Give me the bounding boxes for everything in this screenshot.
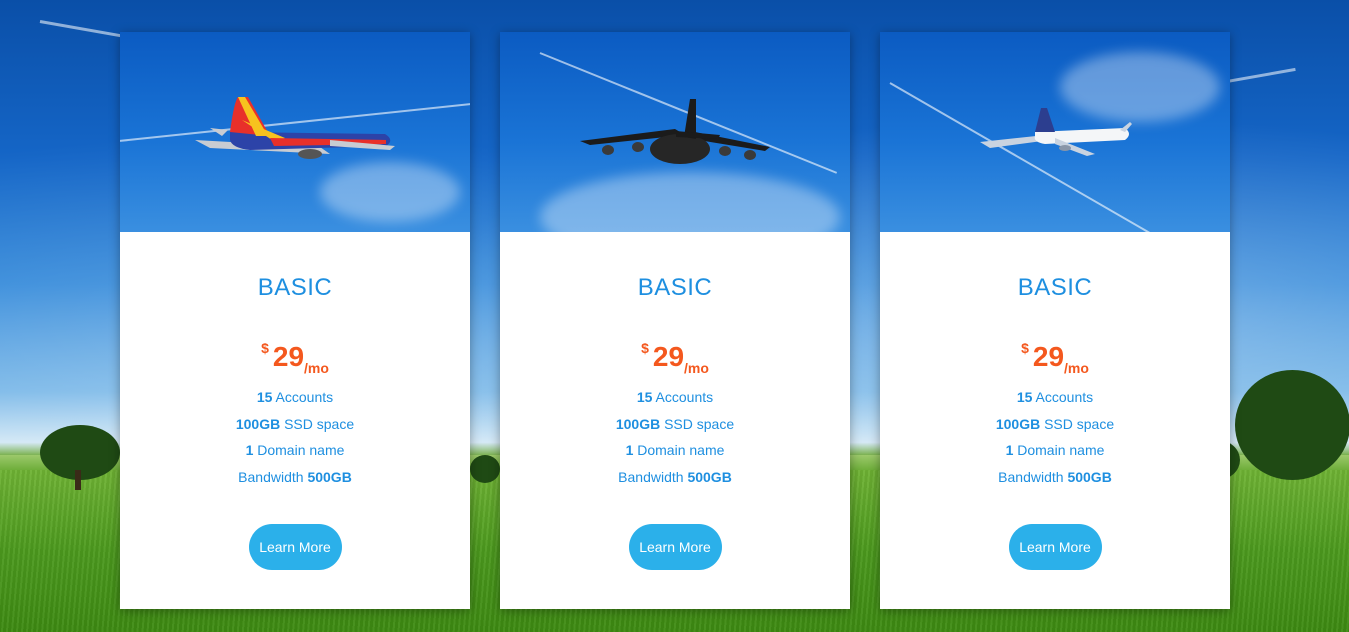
feature-item: 15 Accounts [236, 384, 354, 411]
plan-price: $ 29 /mo [641, 340, 709, 378]
feature-label: Accounts [272, 389, 334, 405]
feature-label: Domain name [633, 442, 725, 459]
feature-value: 15 [1016, 389, 1033, 405]
feature-label: Bandwidth [618, 468, 688, 485]
feature-item: Bandwidth 500GB [236, 464, 354, 491]
plan-price: $ 29 /mo [261, 340, 329, 378]
feature-value: 500GB [687, 468, 732, 485]
plan-price: $ 29 /mo [1021, 340, 1089, 378]
feature-item: 100GB SSD space [236, 411, 354, 438]
feature-value: 500GB [1067, 468, 1112, 485]
feature-item: 15 Accounts [996, 384, 1114, 411]
plan-title: BASIC [257, 274, 333, 301]
price-amount: 29 [652, 341, 685, 372]
feature-value: 100GB [995, 415, 1041, 432]
price-period: /mo [304, 360, 329, 376]
learn-more-button[interactable]: Learn More [1008, 524, 1102, 571]
feature-label: SSD space [660, 415, 735, 432]
plan-title: BASIC [637, 274, 713, 301]
pricing-cards: BASIC $ 29 /mo 15 Accounts 100GB SSD spac… [120, 32, 1230, 609]
price-period: /mo [684, 360, 709, 376]
feature-value: 15 [636, 389, 653, 405]
feature-item: 1 Domain name [616, 437, 734, 464]
background-tree [1235, 370, 1349, 480]
feature-value: 500GB [307, 468, 352, 485]
feature-item: 100GB SSD space [616, 411, 734, 438]
feature-item: Bandwidth 500GB [996, 464, 1114, 491]
pricing-card: BASIC $ 29 /mo 15 Accounts 100GB SSD spac… [120, 32, 470, 609]
feature-item: 100GB SSD space [996, 411, 1114, 438]
feature-label: Bandwidth [238, 468, 308, 485]
feature-label: SSD space [280, 415, 355, 432]
card-hero-image [500, 32, 850, 232]
feature-label: Accounts [1032, 389, 1094, 405]
learn-more-button[interactable]: Learn More [248, 524, 342, 571]
feature-list: 15 Accounts 100GB SSD space 1 Domain name B… [616, 384, 734, 490]
feature-value: 100GB [615, 415, 661, 432]
feature-list: 15 Accounts 100GB SSD space 1 Domain name B… [996, 384, 1114, 490]
feature-item: 1 Domain name [236, 437, 354, 464]
card-hero-image [880, 32, 1230, 232]
plan-title: BASIC [1017, 274, 1093, 301]
feature-label: Bandwidth [998, 468, 1068, 485]
pricing-card: BASIC $ 29 /mo 15 Accounts 100GB SSD spac… [880, 32, 1230, 609]
feature-item: 1 Domain name [996, 437, 1114, 464]
feature-item: 15 Accounts [616, 384, 734, 411]
card-hero-image [120, 32, 470, 232]
feature-value: 15 [256, 389, 273, 405]
price-currency: $ [641, 340, 649, 356]
feature-label: SSD space [1040, 415, 1115, 432]
pricing-card: BASIC $ 29 /mo 15 Accounts 100GB SSD spac… [500, 32, 850, 609]
learn-more-button[interactable]: Learn More [628, 524, 722, 571]
feature-label: Domain name [1013, 442, 1105, 459]
price-currency: $ [261, 340, 269, 356]
feature-list: 15 Accounts 100GB SSD space 1 Domain name B… [236, 384, 354, 490]
feature-label: Accounts [652, 389, 714, 405]
price-amount: 29 [1032, 341, 1065, 372]
feature-value: 100GB [235, 415, 281, 432]
feature-label: Domain name [253, 442, 345, 459]
cloud [540, 172, 840, 232]
feature-item: Bandwidth 500GB [616, 464, 734, 491]
price-period: /mo [1064, 360, 1089, 376]
background-tree-trunk [75, 470, 81, 490]
price-amount: 29 [272, 341, 305, 372]
price-currency: $ [1021, 340, 1029, 356]
